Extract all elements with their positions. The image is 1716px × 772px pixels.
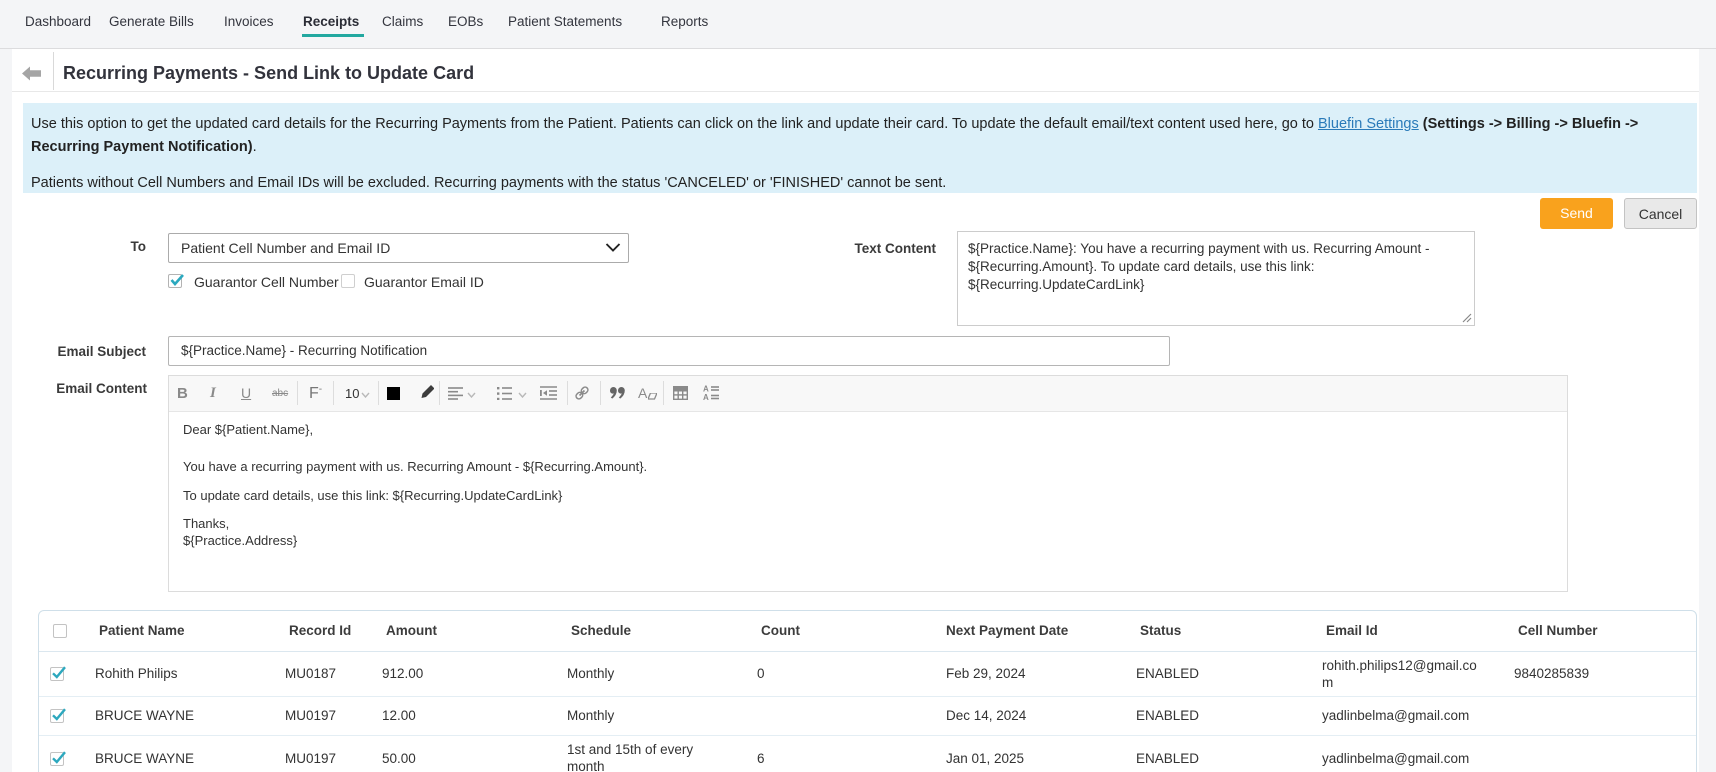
svg-text:A: A xyxy=(703,393,709,400)
